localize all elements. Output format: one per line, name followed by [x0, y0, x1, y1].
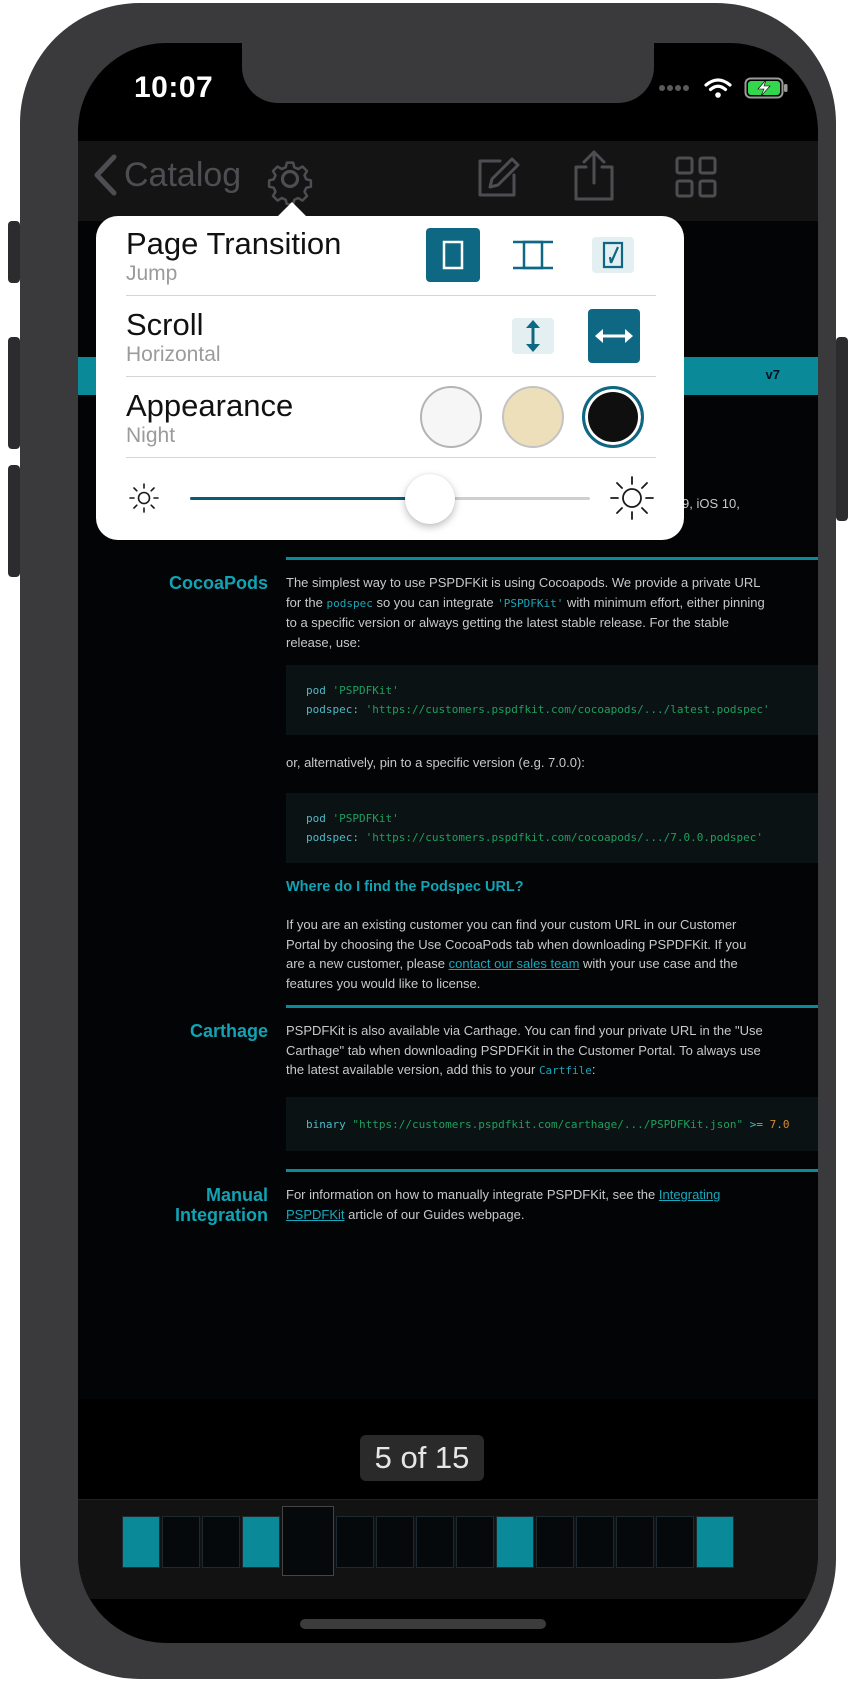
brightness-track-fill	[190, 497, 430, 500]
alternative-paragraph: or, alternatively, pin to a specific ver…	[286, 755, 585, 770]
wifi-icon	[704, 78, 732, 98]
page-thumbnail[interactable]	[202, 1516, 240, 1568]
cellular-signal-icon	[659, 85, 689, 91]
page-thumbnail[interactable]	[376, 1516, 414, 1568]
clock: 10:07	[134, 71, 214, 104]
section-divider	[286, 557, 818, 560]
appearance-value: Night	[126, 424, 176, 447]
appearance-default-swatch[interactable]	[420, 386, 482, 448]
chevron-left-icon	[94, 154, 117, 196]
single-page-icon	[442, 240, 464, 270]
carthage-paragraph: PSPDFKit is also available via Carthage.…	[286, 1023, 763, 1077]
appearance-night-swatch[interactable]	[582, 386, 644, 448]
page-thumbnail[interactable]	[696, 1516, 734, 1568]
page-thumbnail[interactable]	[576, 1516, 614, 1568]
share-icon[interactable]	[572, 149, 616, 203]
brightness-high-icon	[610, 476, 654, 520]
page-thumbnail[interactable]	[122, 1516, 160, 1568]
code-block-pinned: pod 'PSPDFKit' podspec: 'https://custome…	[286, 793, 818, 863]
transition-scroll-continuous-button[interactable]	[506, 228, 560, 282]
page-transition-title: Page Transition	[126, 226, 342, 261]
brightness-track[interactable]	[190, 497, 590, 500]
page-thumbnail[interactable]	[336, 1516, 374, 1568]
section-divider	[286, 1169, 818, 1172]
back-button[interactable]: Catalog	[92, 153, 241, 197]
silent-switch	[8, 221, 20, 283]
page-thumbnail[interactable]	[416, 1516, 454, 1568]
cocoapods-heading: CocoaPods	[168, 573, 268, 593]
scroll-direction-row: Scroll Horizontal	[126, 297, 656, 377]
podspec-url-paragraph: If you are an existing customer you can …	[286, 917, 747, 991]
page-transition-row: Page Transition Jump	[126, 216, 656, 296]
manual-integration-heading: Manual Integration	[175, 1185, 268, 1225]
brightness-knob[interactable]	[405, 474, 455, 524]
appearance-title: Appearance	[126, 388, 294, 423]
page-transition-value: Jump	[126, 262, 178, 285]
page-thumbnail[interactable]	[162, 1516, 200, 1568]
page-curl-icon	[602, 241, 624, 269]
continuous-pages-icon	[513, 240, 553, 270]
page-thumbnail[interactable]	[616, 1516, 654, 1568]
scroll-horizontal-button[interactable]	[588, 309, 640, 363]
page-thumbnail[interactable]	[656, 1516, 694, 1568]
edit-annotation-icon[interactable]	[474, 155, 520, 201]
battery-charging-icon	[744, 77, 788, 99]
back-label: Catalog	[124, 155, 242, 194]
page-thumbnail[interactable]	[282, 1506, 334, 1576]
page-thumbnail[interactable]	[496, 1516, 534, 1568]
transition-curl-button[interactable]	[592, 237, 634, 273]
code-block-carthage: binary "https://customers.pspdfkit.com/c…	[286, 1097, 818, 1151]
version-label: v7	[765, 367, 780, 382]
partial-text: 9, iOS 10,	[682, 496, 740, 511]
screen: v7 9, iOS 10, CocoaPods The simplest way…	[78, 43, 818, 1643]
code-block-latest: pod 'PSPDFKit' podspec: 'https://custome…	[286, 665, 818, 735]
scroll-vertical-button[interactable]	[512, 318, 554, 354]
brightness-slider[interactable]	[126, 460, 656, 540]
navigation-bar: Catalog	[78, 141, 818, 221]
transition-jump-button[interactable]	[426, 228, 480, 282]
thumbnail-grid-icon[interactable]	[674, 155, 718, 199]
section-divider	[286, 1005, 818, 1008]
vertical-arrows-icon	[526, 320, 540, 352]
appearance-sepia-swatch[interactable]	[502, 386, 564, 448]
manual-integration-paragraph: For information on how to manually integ…	[286, 1187, 721, 1222]
horizontal-arrows-icon	[595, 329, 633, 343]
volume-down-button	[8, 465, 20, 577]
cocoapods-paragraph: The simplest way to use PSPDFKit is usin…	[286, 575, 765, 650]
notch	[242, 43, 654, 103]
home-indicator[interactable]	[300, 1619, 546, 1629]
page-thumbnail[interactable]	[242, 1516, 280, 1568]
brightness-low-icon	[129, 483, 159, 513]
podspec-url-heading: Where do I find the Podspec URL?	[286, 879, 524, 895]
volume-up-button	[8, 337, 20, 449]
carthage-heading: Carthage	[189, 1021, 268, 1041]
page-thumbnail[interactable]	[456, 1516, 494, 1568]
contact-sales-link[interactable]: contact our sales team	[449, 956, 580, 971]
appearance-row: Appearance Night	[126, 378, 656, 458]
thumbnail-scrubber[interactable]	[78, 1499, 818, 1599]
power-button	[836, 337, 848, 521]
phone-frame: v7 9, iOS 10, CocoaPods The simplest way…	[8, 3, 848, 1679]
scroll-value: Horizontal	[126, 343, 221, 366]
settings-gear-icon[interactable]	[264, 153, 316, 205]
scroll-title: Scroll	[126, 307, 204, 342]
view-settings-popover: Page Transition Jump Scroll Horizontal A…	[96, 202, 684, 540]
page-thumbnail[interactable]	[536, 1516, 574, 1568]
page-indicator: 5 of 15	[360, 1435, 484, 1481]
